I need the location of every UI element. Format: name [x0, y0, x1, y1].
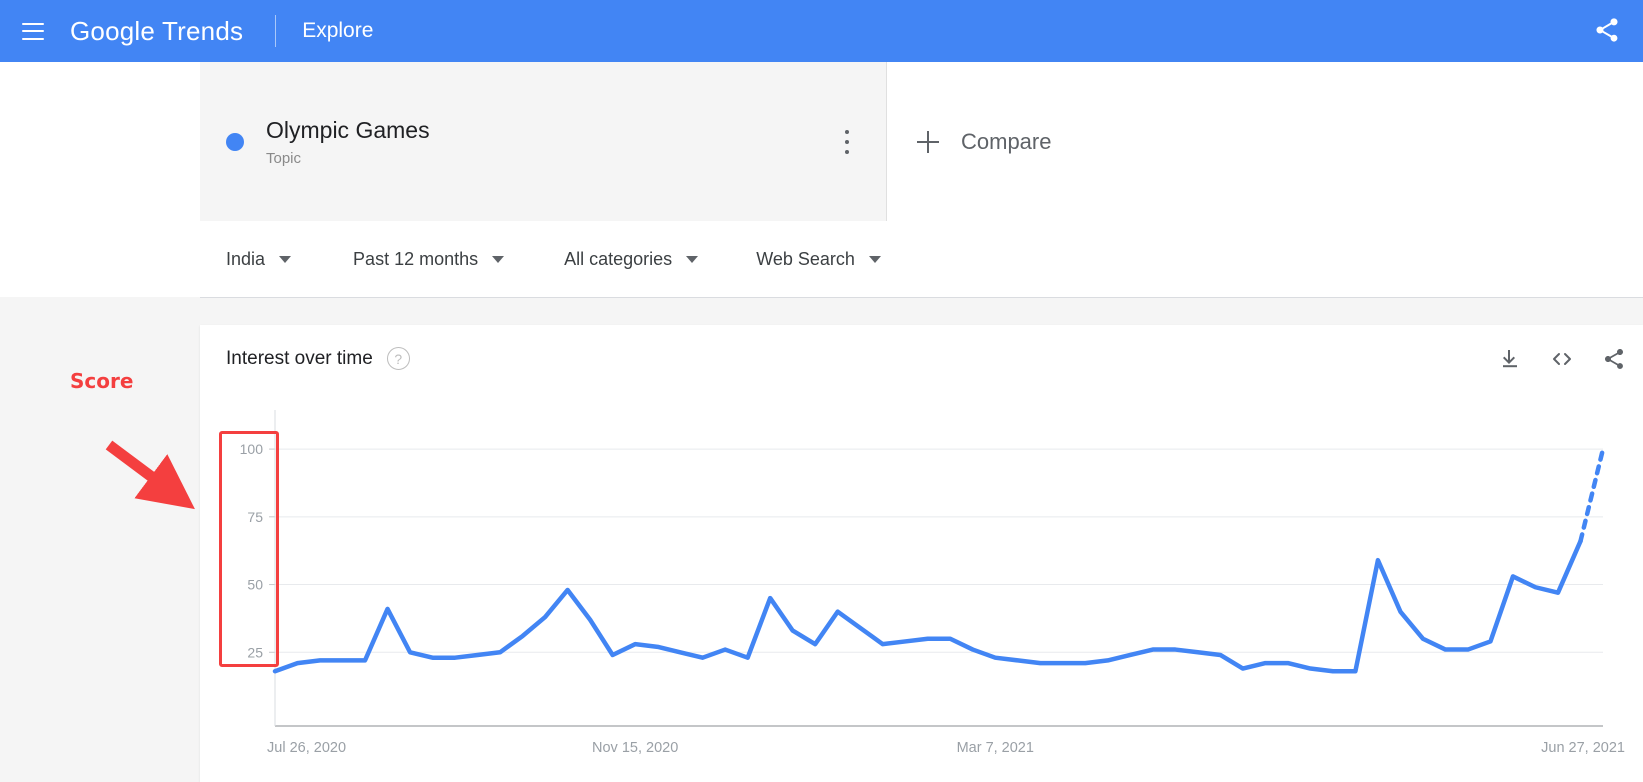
term-subtitle: Topic — [266, 149, 302, 167]
x-axis-tick-label: Jun 27, 2021 — [1541, 740, 1625, 756]
chart-actions — [1497, 346, 1627, 372]
plus-icon — [917, 130, 939, 153]
filter-bar: India Past 12 months All categories Web … — [200, 221, 1643, 298]
search-terms-strip: Olympic Games Topic Compare — [200, 62, 1643, 222]
filter-search-type[interactable]: Web Search — [756, 249, 881, 270]
brand-trends-text: Trends — [162, 15, 244, 46]
term-title: Olympic Games — [266, 117, 430, 144]
chevron-down-icon — [686, 255, 699, 263]
search-term-card[interactable]: Olympic Games Topic — [200, 62, 887, 221]
add-comparison-button[interactable]: Compare — [887, 62, 1051, 221]
score-annotation-label: Score — [70, 369, 134, 393]
brand-google-text: Google — [70, 15, 156, 46]
filter-time-range[interactable]: Past 12 months — [353, 248, 505, 270]
embed-code-icon[interactable] — [1549, 346, 1575, 372]
trend-line-chart[interactable]: 255075100Jul 26, 2020 Nov 15, 2020 Mar 7, … — [200, 392, 1643, 782]
filter-time-range-label: Past 12 months — [353, 248, 479, 269]
help-circle-icon[interactable]: ? — [386, 347, 410, 370]
chart-plot-area[interactable]: 25 50 75 100 Jul 26, 2020 Nov 15, 2020 Mar 7, … — [200, 392, 1643, 782]
x-axis-tick-label: Jul 26, 2020 — [267, 740, 346, 756]
header-divider — [275, 15, 277, 47]
share-icon[interactable] — [1593, 16, 1621, 44]
compare-label: Compare — [961, 128, 1052, 154]
x-axis-tick-label: Mar 7, 2021 — [957, 740, 1034, 756]
x-axis-tick-label: Nov 15, 2020 — [592, 740, 678, 756]
term-color-dot — [226, 132, 244, 151]
google-trends-explore-page: Google Trends Explore Olympic Games Topi… — [0, 0, 1643, 782]
hamburger-menu-icon[interactable] — [22, 22, 44, 40]
filter-category[interactable]: All categories — [564, 248, 699, 270]
explore-title: Explore — [302, 19, 374, 42]
filter-category-label: All categories — [564, 248, 673, 269]
chevron-down-icon — [868, 255, 881, 263]
top-app-bar: Google Trends Explore — [0, 0, 1643, 62]
chevron-down-icon — [279, 255, 292, 263]
chart-title: Interest over time — [226, 347, 373, 369]
interest-over-time-card: Interest over time ? 25 50 75 100 Jul 26… — [200, 325, 1643, 782]
brand-logo[interactable]: Google Trends — [70, 16, 243, 47]
trend-line-solid — [272, 538, 1583, 674]
chart-header: Interest over time ? — [200, 325, 1643, 392]
trend-line-forecast-dotted — [1578, 446, 1606, 544]
more-options-icon[interactable] — [836, 129, 858, 154]
filter-location[interactable]: India — [226, 248, 292, 270]
chevron-down-icon — [492, 255, 505, 263]
y-axis-highlight-box — [219, 431, 279, 667]
filter-location-label: India — [226, 248, 266, 269]
download-icon[interactable] — [1497, 346, 1523, 372]
filter-search-type-label: Web Search — [756, 248, 855, 269]
share-icon[interactable] — [1601, 346, 1627, 372]
